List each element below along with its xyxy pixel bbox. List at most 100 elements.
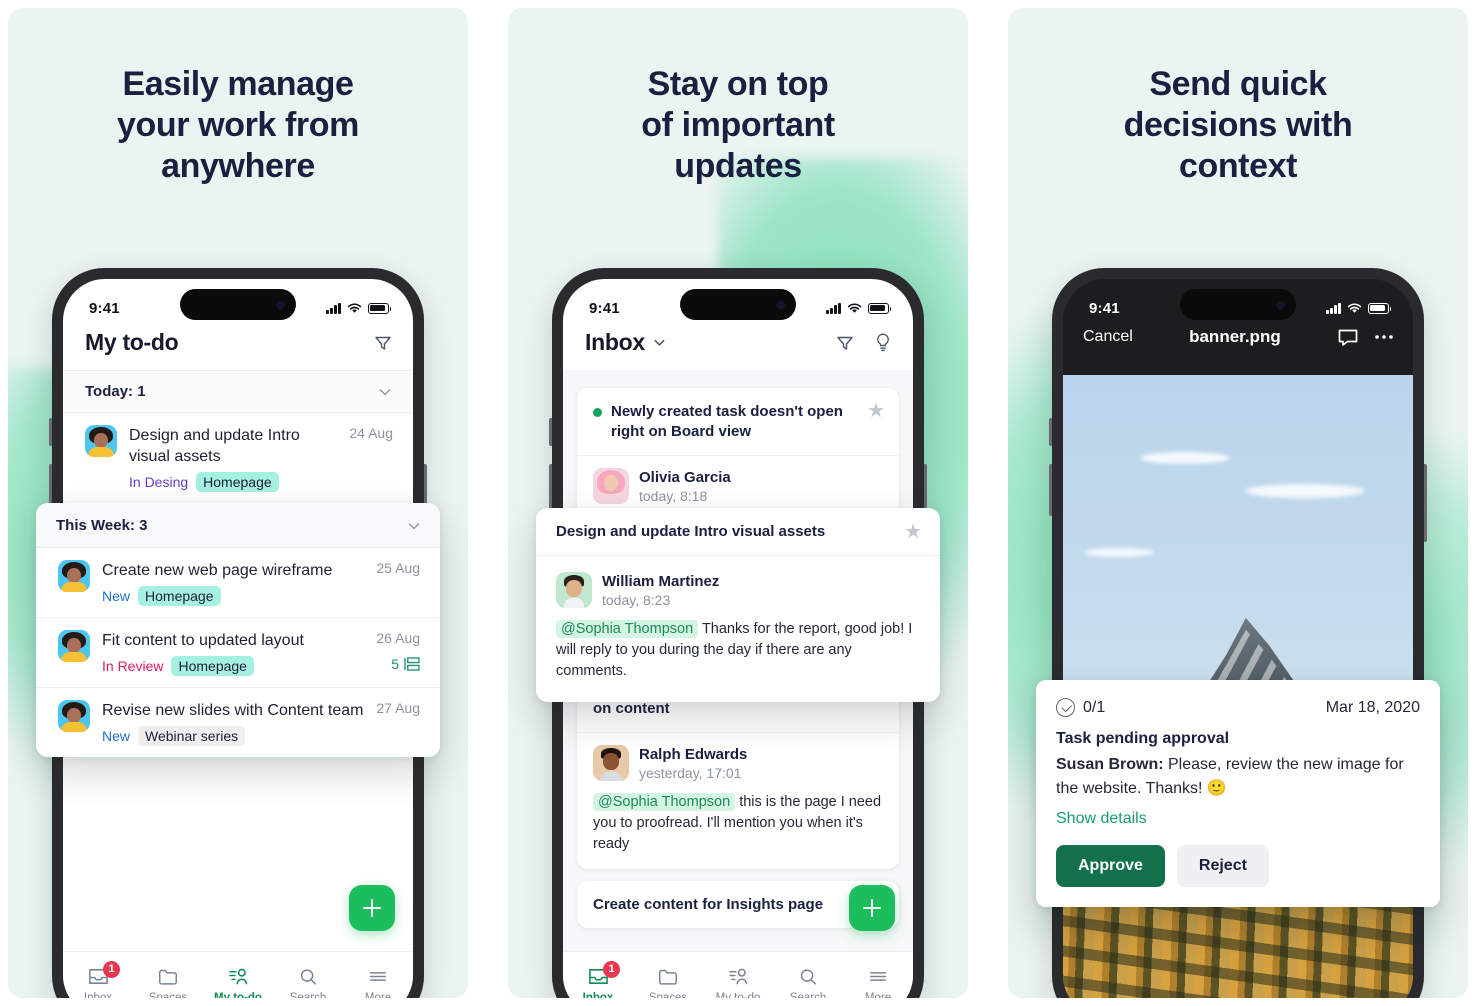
tab-label: More xyxy=(864,991,892,999)
comment-text: @Sophia Thompson Thanks for the report, … xyxy=(556,619,920,682)
inbox-card-body: Ralph Edwards yesterday, 17:01 @Sophia T… xyxy=(577,733,899,869)
tab-more[interactable]: More xyxy=(343,966,413,998)
approve-button[interactable]: Approve xyxy=(1056,845,1165,887)
tab-spaces[interactable]: Spaces xyxy=(633,966,703,999)
task-row[interactable]: Fit content to updated layout In Review … xyxy=(36,618,440,688)
chevron-down-icon[interactable] xyxy=(652,335,667,350)
front-camera-icon xyxy=(276,300,285,309)
app-header: My to-do xyxy=(63,327,413,370)
tab-label: My to-do xyxy=(715,991,761,999)
task-row[interactable]: Revise new slides with Content team New … xyxy=(36,688,440,757)
author-name: Ralph Edwards xyxy=(639,745,748,763)
file-viewer-nav: Cancel banner.png xyxy=(1063,327,1413,359)
inbox-card-title: Design and update Intro visual assets xyxy=(556,523,826,540)
approval-author: Susan Brown: xyxy=(1056,756,1164,773)
cellular-bars-icon xyxy=(326,302,341,314)
status-indicators xyxy=(326,302,392,314)
promo-card-3: Send quick decisions with context 9:41 C… xyxy=(1008,8,1468,998)
tab-search[interactable]: Search xyxy=(773,966,843,998)
show-details-link[interactable]: Show details xyxy=(1056,810,1147,828)
section-label: This Week: 3 xyxy=(56,517,148,534)
tab-inbox[interactable]: 1 Inbox xyxy=(563,960,633,999)
approval-heading: Task pending approval xyxy=(1056,730,1230,747)
task-tag: Homepage xyxy=(171,656,254,676)
comment-time: today, 8:18 xyxy=(639,487,708,504)
status-time: 9:41 xyxy=(89,299,120,317)
search-icon xyxy=(800,968,817,985)
chevron-down-icon[interactable] xyxy=(406,518,422,534)
task-date: 24 Aug xyxy=(349,425,393,441)
task-tag: Homepage xyxy=(196,472,279,492)
tab-spaces[interactable]: Spaces xyxy=(133,966,203,998)
task-row-today[interactable]: Design and update Intro visual assets In… xyxy=(63,413,413,504)
reject-button[interactable]: Reject xyxy=(1176,845,1269,887)
status-time: 9:41 xyxy=(1089,299,1120,317)
tab-more[interactable]: More xyxy=(843,966,913,999)
approval-card-top: 0/1 Mar 18, 2020 xyxy=(1056,698,1420,717)
check-circle-icon xyxy=(1056,698,1075,717)
page-title: Easily manage your work from anywhere xyxy=(117,65,359,185)
add-plus-icon[interactable] xyxy=(349,885,395,931)
tab-my-to-do[interactable]: My to-do xyxy=(203,966,273,998)
wifi-icon xyxy=(847,303,862,313)
mention-chip[interactable]: @Sophia Thompson xyxy=(593,793,736,811)
promo-card-1: Easily manage your work from anywhere 9:… xyxy=(8,8,468,998)
section-header-today[interactable]: Today: 1 xyxy=(63,370,413,413)
lightbulb-icon[interactable] xyxy=(873,332,893,353)
tab-my-to-do[interactable]: My to-do xyxy=(703,966,773,999)
dynamic-island xyxy=(1180,289,1296,320)
comment-icon[interactable] xyxy=(1337,327,1359,347)
tab-label: Spaces xyxy=(648,991,688,999)
tab-inbox[interactable]: 1 Inbox xyxy=(63,960,133,998)
due-date: Mar 18, 2020 xyxy=(1325,698,1420,716)
tab-label: Inbox xyxy=(582,991,614,999)
inbox-card-header: Newly created task doesn't open right on… xyxy=(577,388,899,456)
battery-icon xyxy=(1368,302,1392,314)
page-title-inbox[interactable]: Inbox xyxy=(585,329,667,356)
cancel-button[interactable]: Cancel xyxy=(1083,328,1133,346)
unread-badge: 1 xyxy=(103,960,120,978)
bottom-tab-bar: 1 Inbox Spaces My to-do Search More xyxy=(563,951,913,998)
cellular-bars-icon xyxy=(1326,302,1341,314)
star-icon[interactable]: ★ xyxy=(867,401,885,421)
list-spacer xyxy=(563,370,913,378)
section-header-this-week[interactable]: This Week: 3 xyxy=(36,503,440,548)
comment-author: William Martinez today, 8:23 xyxy=(556,572,920,608)
wifi-icon xyxy=(1347,303,1362,313)
task-status: In Review xyxy=(102,658,164,674)
cellular-bars-icon xyxy=(826,302,841,314)
battery-icon xyxy=(868,302,892,314)
page-title: Stay on top of important updates xyxy=(641,65,835,185)
status-time: 9:41 xyxy=(589,299,620,317)
task-row[interactable]: Create new web page wireframe New Homepa… xyxy=(36,548,440,618)
hamburger-icon xyxy=(869,971,887,981)
star-icon[interactable]: ★ xyxy=(904,522,922,542)
unread-badge: 1 xyxy=(603,960,620,978)
filter-icon[interactable] xyxy=(835,333,855,353)
cloud xyxy=(1140,452,1230,465)
more-dots-icon[interactable] xyxy=(1373,327,1395,347)
comment-author: Ralph Edwards yesterday, 17:01 xyxy=(593,745,883,781)
mention-chip[interactable]: @Sophia Thompson xyxy=(556,620,699,638)
author-name: William Martinez xyxy=(602,572,720,590)
status-indicators xyxy=(826,302,892,314)
task-title: Create new web page wireframe xyxy=(102,562,333,579)
file-name: banner.png xyxy=(1189,327,1281,346)
chevron-down-icon[interactable] xyxy=(377,384,393,400)
header-icons xyxy=(373,333,393,353)
app-header: Inbox xyxy=(563,327,913,370)
tab-label: Search xyxy=(289,991,327,999)
floating-card-body: William Martinez today, 8:23 @Sophia Tho… xyxy=(536,556,940,702)
hamburger-icon xyxy=(369,971,387,981)
inbox-card-title: Newly created task doesn't open right on… xyxy=(611,403,843,440)
approval-message: Susan Brown: Please, review the new imag… xyxy=(1056,753,1420,801)
filter-icon[interactable] xyxy=(373,333,393,353)
page-title-mytodo: My to-do xyxy=(85,329,179,355)
subtask-count: 5 xyxy=(391,656,420,672)
floating-this-week-card: This Week: 3 Create new web page wirefra… xyxy=(36,503,440,757)
approval-card: 0/1 Mar 18, 2020 Task pending approval S… xyxy=(1036,680,1440,907)
add-plus-icon[interactable] xyxy=(849,885,895,931)
tab-search[interactable]: Search xyxy=(273,966,343,999)
header-icons xyxy=(835,332,893,353)
subtask-progress: 0/1 xyxy=(1056,698,1105,717)
